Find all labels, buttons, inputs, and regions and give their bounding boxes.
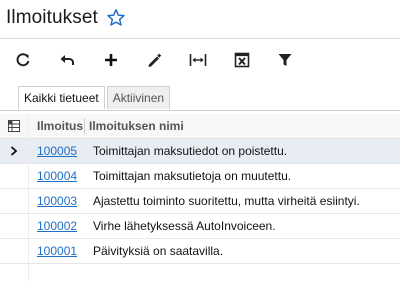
column-chooser-icon[interactable] (0, 114, 28, 138)
tab-active[interactable]: Aktiivinen (106, 86, 171, 109)
selector-column-border (28, 114, 29, 281)
edit-button[interactable] (139, 46, 169, 74)
column-separator[interactable] (84, 118, 85, 134)
add-button[interactable] (96, 46, 126, 74)
header-divider (0, 38, 400, 39)
filter-button[interactable] (270, 46, 300, 74)
notification-id-link[interactable]: 100001 (37, 239, 77, 263)
refresh-icon (16, 53, 30, 67)
toolbar (0, 46, 400, 74)
notification-id-link[interactable]: 100003 (37, 189, 77, 213)
table-row[interactable]: 100001 Päivityksiä on saatavilla. (0, 239, 400, 264)
pencil-icon (148, 53, 162, 67)
grid-header: Ilmoitus Ilmoituksen nimi (0, 114, 400, 139)
row-selector[interactable] (0, 189, 28, 213)
table-row[interactable]: 100003 Ajastettu toiminto suoritettu, mu… (0, 189, 400, 214)
page-title: Ilmoitukset (6, 7, 98, 28)
notification-name: Toimittajan maksutiedot on poistettu. (93, 144, 288, 158)
table-row[interactable]: 100004 Toimittajan maksutietoja on muute… (0, 164, 400, 189)
notification-name: Toimittajan maksutietoja on muutettu. (93, 169, 292, 183)
row-selector[interactable] (0, 214, 28, 238)
notification-name: Virhe lähetyksessä AutoInvoiceen. (93, 219, 276, 233)
undo-icon (60, 55, 74, 65)
row-selector-arrow-icon[interactable] (0, 139, 28, 163)
export-button[interactable] (227, 46, 257, 74)
row-selector[interactable] (0, 239, 28, 263)
page-header: Ilmoitukset (6, 4, 126, 32)
notification-id-link[interactable]: 100005 (37, 139, 77, 163)
fit-width-icon (189, 54, 207, 66)
notifications-grid: Ilmoitus Ilmoituksen nimi 100005 Toimitt… (0, 114, 400, 264)
tab-bar: Kaikki tietueet Aktiivinen (18, 86, 171, 110)
star-outline-icon[interactable] (106, 8, 126, 28)
filter-icon (278, 54, 292, 66)
table-row[interactable]: 100005 Toimittajan maksutiedot on poiste… (0, 139, 400, 164)
notification-name: Ajastettu toiminto suoritettu, mutta vir… (93, 194, 360, 208)
excel-export-icon (234, 52, 250, 68)
fit-columns-button[interactable] (183, 46, 213, 74)
refresh-button[interactable] (8, 46, 38, 74)
column-header-id[interactable]: Ilmoitus (37, 114, 83, 138)
column-header-name[interactable]: Ilmoituksen nimi (89, 114, 184, 138)
row-selector[interactable] (0, 164, 28, 188)
notification-name: Päivityksiä on saatavilla. (93, 244, 224, 258)
notification-id-link[interactable]: 100002 (37, 214, 77, 238)
plus-icon (105, 54, 117, 66)
undo-button[interactable] (52, 46, 82, 74)
tab-all-records[interactable]: Kaikki tietueet (18, 86, 105, 109)
tab-divider (0, 110, 400, 111)
notification-id-link[interactable]: 100004 (37, 164, 77, 188)
table-row[interactable]: 100002 Virhe lähetyksessä AutoInvoiceen. (0, 214, 400, 239)
